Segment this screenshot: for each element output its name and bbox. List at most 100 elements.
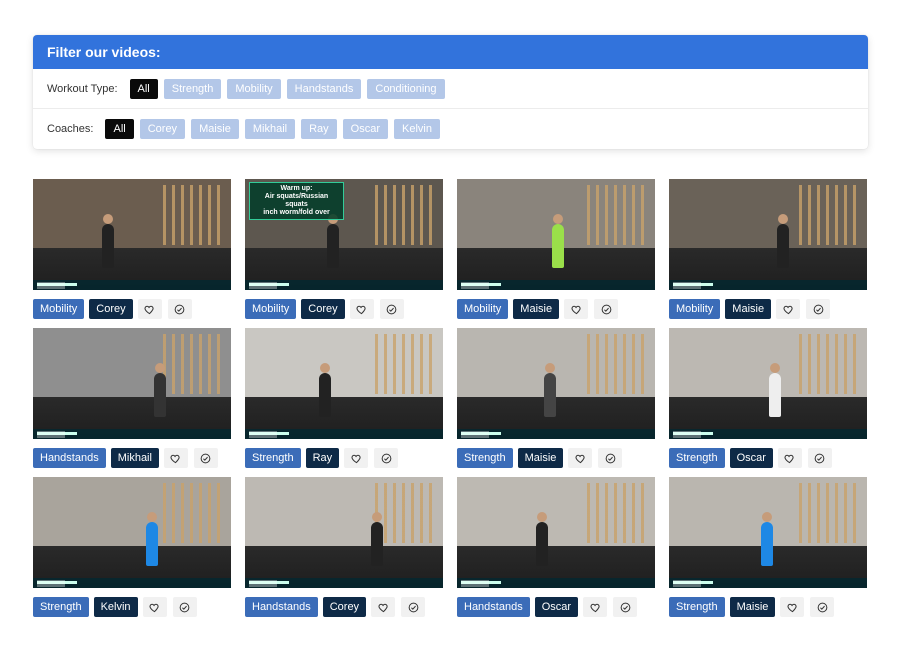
video-card: Strength Maisie	[457, 328, 655, 477]
workout-type-label: Workout Type:	[47, 82, 118, 95]
coach-chip-maisie[interactable]: Maisie	[191, 119, 239, 139]
video-thumbnail[interactable]	[245, 328, 443, 439]
favorite-button[interactable]	[163, 448, 188, 468]
check-circle-icon	[408, 602, 418, 612]
mark-complete-button[interactable]	[379, 299, 404, 319]
video-thumbnail[interactable]	[669, 179, 867, 290]
check-circle-icon	[174, 304, 185, 314]
coach-tag[interactable]: Kelvin	[93, 597, 138, 617]
heart-icon	[787, 603, 797, 612]
coach-tag[interactable]: Oscar	[534, 597, 579, 617]
video-tags: Mobility Maisie	[457, 290, 655, 328]
favorite-button[interactable]	[564, 299, 589, 319]
coach-tag[interactable]: Corey	[301, 299, 345, 319]
coach-tag[interactable]: Maisie	[513, 299, 560, 319]
workout-type-tag[interactable]: Handstands	[245, 597, 318, 617]
video-tags: Handstands Mikhail	[33, 439, 231, 477]
mark-complete-button[interactable]	[598, 448, 623, 468]
favorite-button[interactable]	[371, 597, 396, 617]
workout-type-tag[interactable]: Mobility	[669, 299, 721, 319]
favorite-button[interactable]	[344, 448, 369, 468]
video-card: Strength Maisie	[669, 477, 867, 626]
workout-type-tag[interactable]: Mobility	[245, 299, 297, 319]
check-circle-icon	[201, 453, 211, 463]
heart-icon	[575, 454, 585, 463]
video-tags: Strength Maisie	[669, 588, 867, 626]
mark-complete-button[interactable]	[193, 448, 218, 468]
coach-options: All Corey Maisie Mikhail Ray Oscar Kelvin	[105, 119, 445, 139]
heart-icon	[144, 305, 154, 314]
mark-complete-button[interactable]	[613, 597, 638, 617]
mark-complete-button[interactable]	[172, 597, 197, 617]
workout-chip-conditioning[interactable]: Conditioning	[367, 78, 445, 99]
coach-chip-all[interactable]: All	[105, 119, 134, 139]
video-thumbnail[interactable]: Warm up: Air squats/Russian squats inch …	[245, 179, 443, 290]
favorite-button[interactable]	[568, 448, 593, 468]
coach-tag[interactable]: Maisie	[729, 597, 776, 617]
coach-tag[interactable]: Mikhail	[110, 448, 159, 468]
mark-complete-button[interactable]	[167, 299, 192, 319]
video-card: Mobility Maisie	[669, 179, 867, 328]
workout-type-tag[interactable]: Strength	[669, 448, 725, 468]
check-circle-icon	[817, 602, 828, 612]
video-card: Handstands Corey	[245, 477, 443, 626]
workout-type-tag[interactable]: Strength	[33, 597, 89, 617]
favorite-button[interactable]	[137, 299, 162, 319]
coach-tag[interactable]: Corey	[89, 299, 133, 319]
video-thumbnail[interactable]	[457, 328, 655, 439]
video-thumbnail[interactable]	[33, 179, 231, 290]
favorite-button[interactable]	[349, 299, 374, 319]
video-thumbnail[interactable]	[33, 477, 231, 588]
workout-chip-handstands[interactable]: Handstands	[286, 78, 362, 99]
coach-tag[interactable]: Maisie	[517, 448, 564, 468]
check-circle-icon	[605, 453, 616, 463]
workout-type-tag[interactable]: Handstands	[33, 448, 106, 468]
heart-icon	[783, 305, 793, 314]
heart-icon	[590, 603, 600, 612]
video-tags: Strength Maisie	[457, 439, 655, 477]
check-circle-icon	[813, 304, 823, 314]
coach-chip-kelvin[interactable]: Kelvin	[394, 119, 440, 139]
coach-chip-oscar[interactable]: Oscar	[342, 119, 388, 139]
workout-chip-mobility[interactable]: Mobility	[227, 78, 281, 99]
workout-chip-all[interactable]: All	[129, 78, 158, 99]
mark-complete-button[interactable]	[810, 597, 835, 617]
coach-chip-mikhail[interactable]: Mikhail	[244, 119, 296, 139]
video-thumbnail[interactable]	[245, 477, 443, 588]
workout-type-tag[interactable]: Strength	[457, 448, 513, 468]
favorite-button[interactable]	[777, 448, 802, 468]
favorite-button[interactable]	[780, 597, 805, 617]
coach-tag[interactable]: Ray	[305, 448, 340, 468]
video-thumbnail[interactable]	[669, 477, 867, 588]
video-card: Strength Oscar	[669, 328, 867, 477]
coach-chip-corey[interactable]: Corey	[139, 119, 186, 139]
coach-tag[interactable]: Maisie	[725, 299, 772, 319]
video-card: Handstands Mikhail	[33, 328, 231, 477]
workout-type-tag[interactable]: Strength	[669, 597, 725, 617]
video-thumbnail[interactable]	[33, 328, 231, 439]
workout-type-tag[interactable]: Mobility	[457, 299, 509, 319]
video-thumbnail[interactable]	[457, 477, 655, 588]
workout-type-tag[interactable]: Handstands	[457, 597, 530, 617]
mark-complete-button[interactable]	[806, 299, 831, 319]
video-card: Strength Kelvin	[33, 477, 231, 626]
coach-tag[interactable]: Corey	[322, 597, 367, 617]
favorite-button[interactable]	[142, 597, 167, 617]
favorite-button[interactable]	[776, 299, 801, 319]
workout-type-tag[interactable]: Mobility	[33, 299, 85, 319]
video-thumbnail[interactable]	[669, 328, 867, 439]
video-thumbnail[interactable]	[457, 179, 655, 290]
workout-type-tag[interactable]: Strength	[245, 448, 301, 468]
mark-complete-button[interactable]	[807, 448, 832, 468]
mark-complete-button[interactable]	[594, 299, 619, 319]
mark-complete-button[interactable]	[374, 448, 399, 468]
favorite-button[interactable]	[583, 597, 608, 617]
coach-chip-ray[interactable]: Ray	[301, 119, 337, 139]
video-card: Mobility Maisie	[457, 179, 655, 328]
mark-complete-button[interactable]	[401, 597, 426, 617]
workout-chip-strength[interactable]: Strength	[163, 78, 222, 99]
coach-tag[interactable]: Oscar	[729, 448, 773, 468]
check-circle-icon	[601, 304, 611, 314]
filter-panel: Filter our videos: Workout Type: All Stre…	[33, 35, 868, 149]
heart-icon	[149, 603, 159, 612]
